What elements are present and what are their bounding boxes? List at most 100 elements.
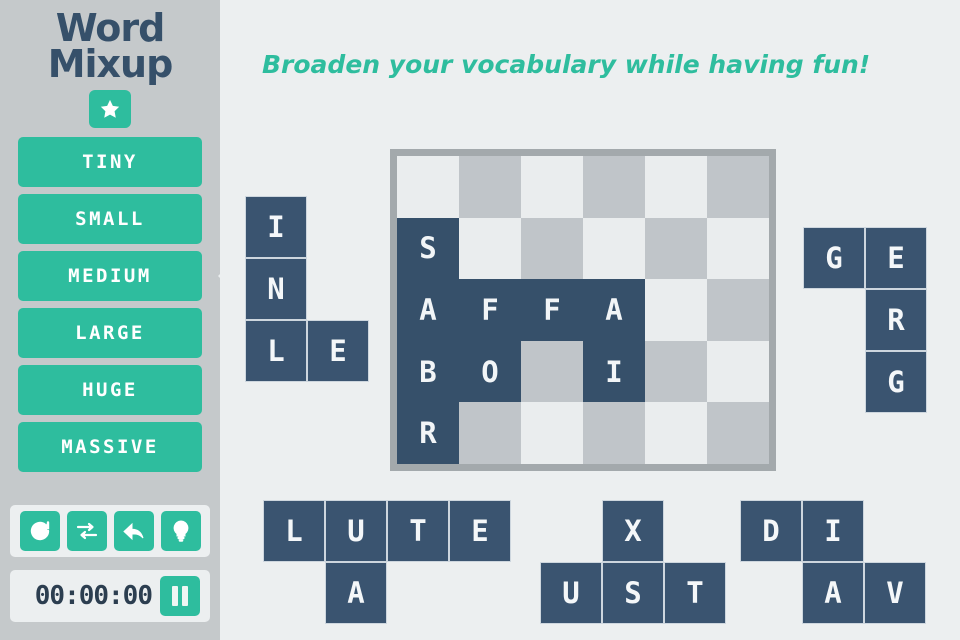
board-tile[interactable]: A — [397, 279, 459, 341]
letter-tile[interactable]: N — [245, 258, 307, 320]
board-tile[interactable]: R — [397, 402, 459, 464]
board-cell[interactable]: A — [583, 279, 645, 341]
letter-tile[interactable]: U — [540, 562, 602, 624]
letter-tile[interactable]: V — [864, 562, 926, 624]
letter-tile[interactable]: D — [740, 500, 802, 562]
size-label: HUGE — [82, 379, 138, 402]
pause-icon[interactable] — [160, 576, 200, 616]
board-cell[interactable]: F — [459, 279, 521, 341]
piece-lutea[interactable]: LUTEA — [263, 500, 511, 624]
size-label: MASSIVE — [61, 436, 159, 459]
board-cell[interactable]: B — [397, 340, 459, 403]
board-cell[interactable]: O — [459, 340, 521, 403]
size-label: LARGE — [75, 322, 145, 345]
board-cell[interactable] — [521, 217, 583, 280]
undo-icon[interactable] — [113, 511, 154, 551]
letter-tile[interactable]: A — [802, 562, 864, 624]
piece-gap — [449, 562, 511, 624]
star-icon[interactable] — [89, 90, 131, 129]
sidebar: Word Mixup TINY SMALL MEDIUM LARGE HUGE — [0, 0, 220, 640]
board-cell[interactable] — [459, 156, 521, 218]
letter-tile[interactable]: X — [602, 500, 664, 562]
size-button-massive[interactable]: MASSIVE — [18, 422, 202, 473]
board-cell[interactable]: A — [397, 279, 459, 341]
board-tile[interactable]: A — [583, 279, 645, 341]
board-cell[interactable]: I — [583, 340, 645, 403]
game-title-line-1: Word — [55, 6, 166, 50]
piece-xust[interactable]: XUST — [540, 500, 726, 624]
letter-tile[interactable]: I — [245, 196, 307, 258]
board-cell[interactable] — [459, 402, 521, 464]
timer-value: 00:00:00 — [34, 581, 153, 611]
board-cell[interactable] — [521, 156, 583, 218]
letter-tile[interactable]: S — [602, 562, 664, 624]
piece-diav[interactable]: DIAV — [740, 500, 926, 624]
letter-tile[interactable]: T — [387, 500, 449, 562]
restart-icon[interactable] — [19, 511, 60, 551]
board-cell[interactable] — [707, 402, 769, 464]
size-button-medium[interactable]: MEDIUM — [18, 251, 202, 302]
piece-gap — [803, 351, 865, 413]
size-label: SMALL — [75, 208, 145, 231]
board-tile[interactable]: S — [397, 217, 459, 280]
board-cell[interactable] — [583, 402, 645, 464]
hint-icon[interactable] — [160, 511, 201, 551]
timer-bar: 00:00:00 — [10, 570, 210, 622]
size-button-small[interactable]: SMALL — [18, 194, 202, 245]
board-cell[interactable] — [707, 340, 769, 403]
board-cell[interactable] — [521, 402, 583, 464]
game-title: Word Mixup — [0, 0, 220, 83]
board-cell[interactable]: S — [397, 217, 459, 280]
board-tile[interactable]: O — [459, 340, 521, 403]
board-cell[interactable]: F — [521, 279, 583, 341]
letter-tile[interactable]: G — [803, 227, 865, 289]
letter-tile[interactable]: T — [664, 562, 726, 624]
board-cell[interactable] — [397, 156, 459, 218]
letter-tile[interactable]: L — [263, 500, 325, 562]
piece-inle[interactable]: INLE — [245, 196, 369, 382]
letter-tile[interactable]: L — [245, 320, 307, 382]
board-cell[interactable] — [459, 217, 521, 280]
size-label: MEDIUM — [68, 265, 152, 288]
size-button-tiny[interactable]: TINY — [18, 137, 202, 188]
board-tile[interactable]: I — [583, 340, 645, 403]
board-cell[interactable] — [707, 156, 769, 218]
piece-gap — [803, 289, 865, 351]
size-button-large[interactable]: LARGE — [18, 308, 202, 359]
board-cell[interactable] — [645, 217, 707, 280]
piece-gap — [387, 562, 449, 624]
letter-tile[interactable]: U — [325, 500, 387, 562]
letter-tile[interactable]: E — [307, 320, 369, 382]
game-app: Word Mixup TINY SMALL MEDIUM LARGE HUGE — [0, 0, 960, 640]
board-cell[interactable] — [645, 279, 707, 341]
board-cell[interactable] — [707, 279, 769, 341]
piece-gap — [540, 500, 602, 562]
letter-tile[interactable]: A — [325, 562, 387, 624]
pause-bar-right — [182, 586, 188, 606]
size-button-huge[interactable]: HUGE — [18, 365, 202, 416]
pause-bar-left — [172, 586, 178, 606]
letter-tile[interactable]: E — [449, 500, 511, 562]
board-grid: SAFFABOIR — [397, 156, 769, 464]
piece-gap — [664, 500, 726, 562]
letter-tile[interactable]: G — [865, 351, 927, 413]
piece-gap — [307, 196, 369, 258]
board-cell[interactable] — [707, 217, 769, 280]
board-cell[interactable] — [583, 217, 645, 280]
board-tile[interactable]: F — [459, 279, 521, 341]
letter-tile[interactable]: E — [865, 227, 927, 289]
board-cell[interactable] — [521, 340, 583, 403]
tagline: Broaden your vocabulary while having fun… — [262, 50, 871, 79]
letter-tile[interactable]: R — [865, 289, 927, 351]
game-board[interactable]: SAFFABOIR — [390, 149, 776, 471]
board-cell[interactable]: R — [397, 402, 459, 464]
board-cell[interactable] — [645, 402, 707, 464]
piece-gerg[interactable]: GERG — [803, 227, 927, 413]
board-cell[interactable] — [645, 156, 707, 218]
board-tile[interactable]: F — [521, 279, 583, 341]
board-tile[interactable]: B — [397, 340, 459, 403]
board-cell[interactable] — [583, 156, 645, 218]
letter-tile[interactable]: I — [802, 500, 864, 562]
board-cell[interactable] — [645, 340, 707, 403]
shuffle-icon[interactable] — [66, 511, 107, 551]
